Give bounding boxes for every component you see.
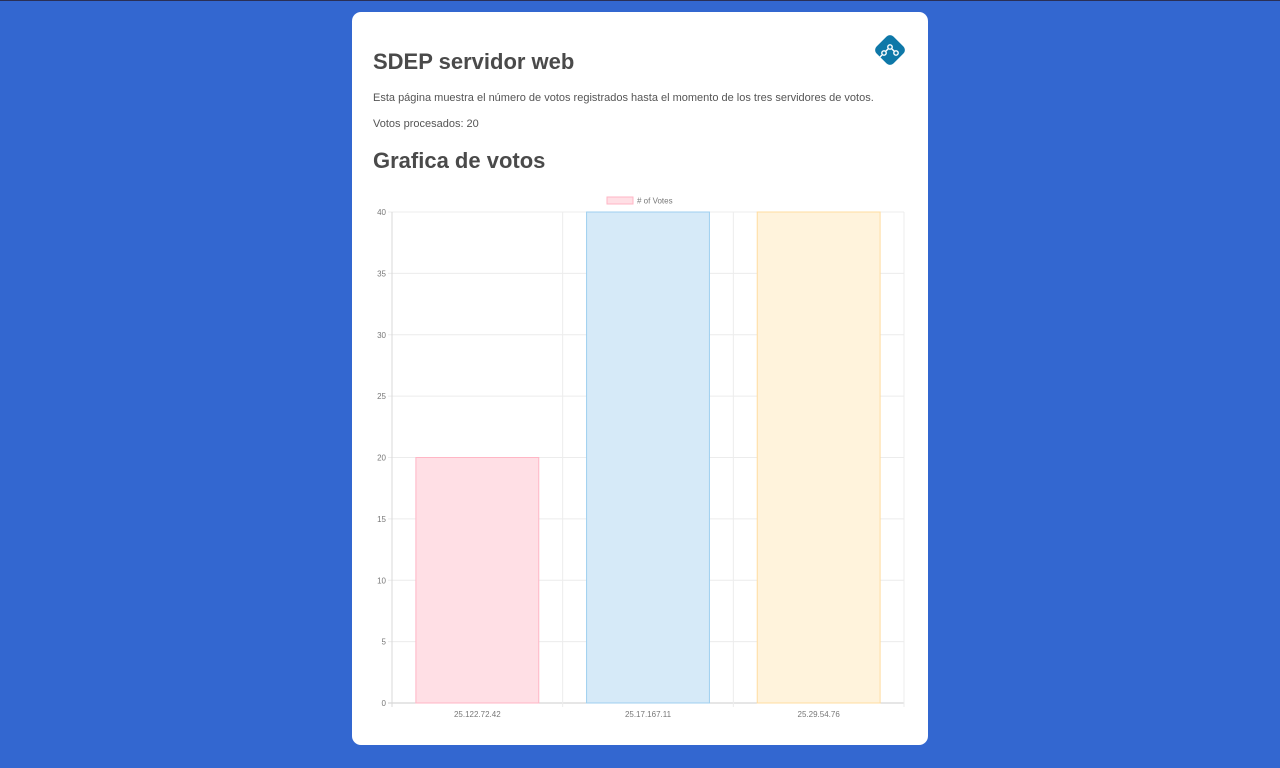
y-tick-label: 0: [382, 699, 387, 708]
y-tick-label: 30: [377, 331, 386, 340]
votes-bar-chart: 0 5 10 15 20 25 30 35 40 25.122.72.42 25.17.167.11…: [377, 196, 905, 719]
y-tick-label: 5: [382, 638, 387, 647]
content-card: SDEP servidor web Esta página muestra el…: [352, 12, 928, 745]
y-tick-label: 10: [377, 576, 386, 585]
legend-swatch[interactable]: [606, 196, 634, 205]
x-tick-label: 25.29.54.76: [798, 710, 841, 719]
bar-25-29-54-76[interactable]: [756, 211, 881, 704]
y-tick-label: 35: [377, 269, 386, 278]
y-tick-label: 20: [377, 454, 386, 463]
y-tick-label: 25: [377, 392, 386, 401]
y-tick-label: 15: [377, 515, 386, 524]
top-edge-line: [0, 0, 1280, 1]
x-tick-label: 25.17.167.11: [625, 710, 672, 719]
x-tick-label: 25.122.72.42: [454, 710, 501, 719]
y-tick-label: 40: [377, 208, 386, 217]
bar-25-17-167-11[interactable]: [586, 211, 710, 704]
bar-25-122-72-42[interactable]: [415, 457, 540, 704]
legend-label[interactable]: # of Votes: [637, 197, 673, 206]
